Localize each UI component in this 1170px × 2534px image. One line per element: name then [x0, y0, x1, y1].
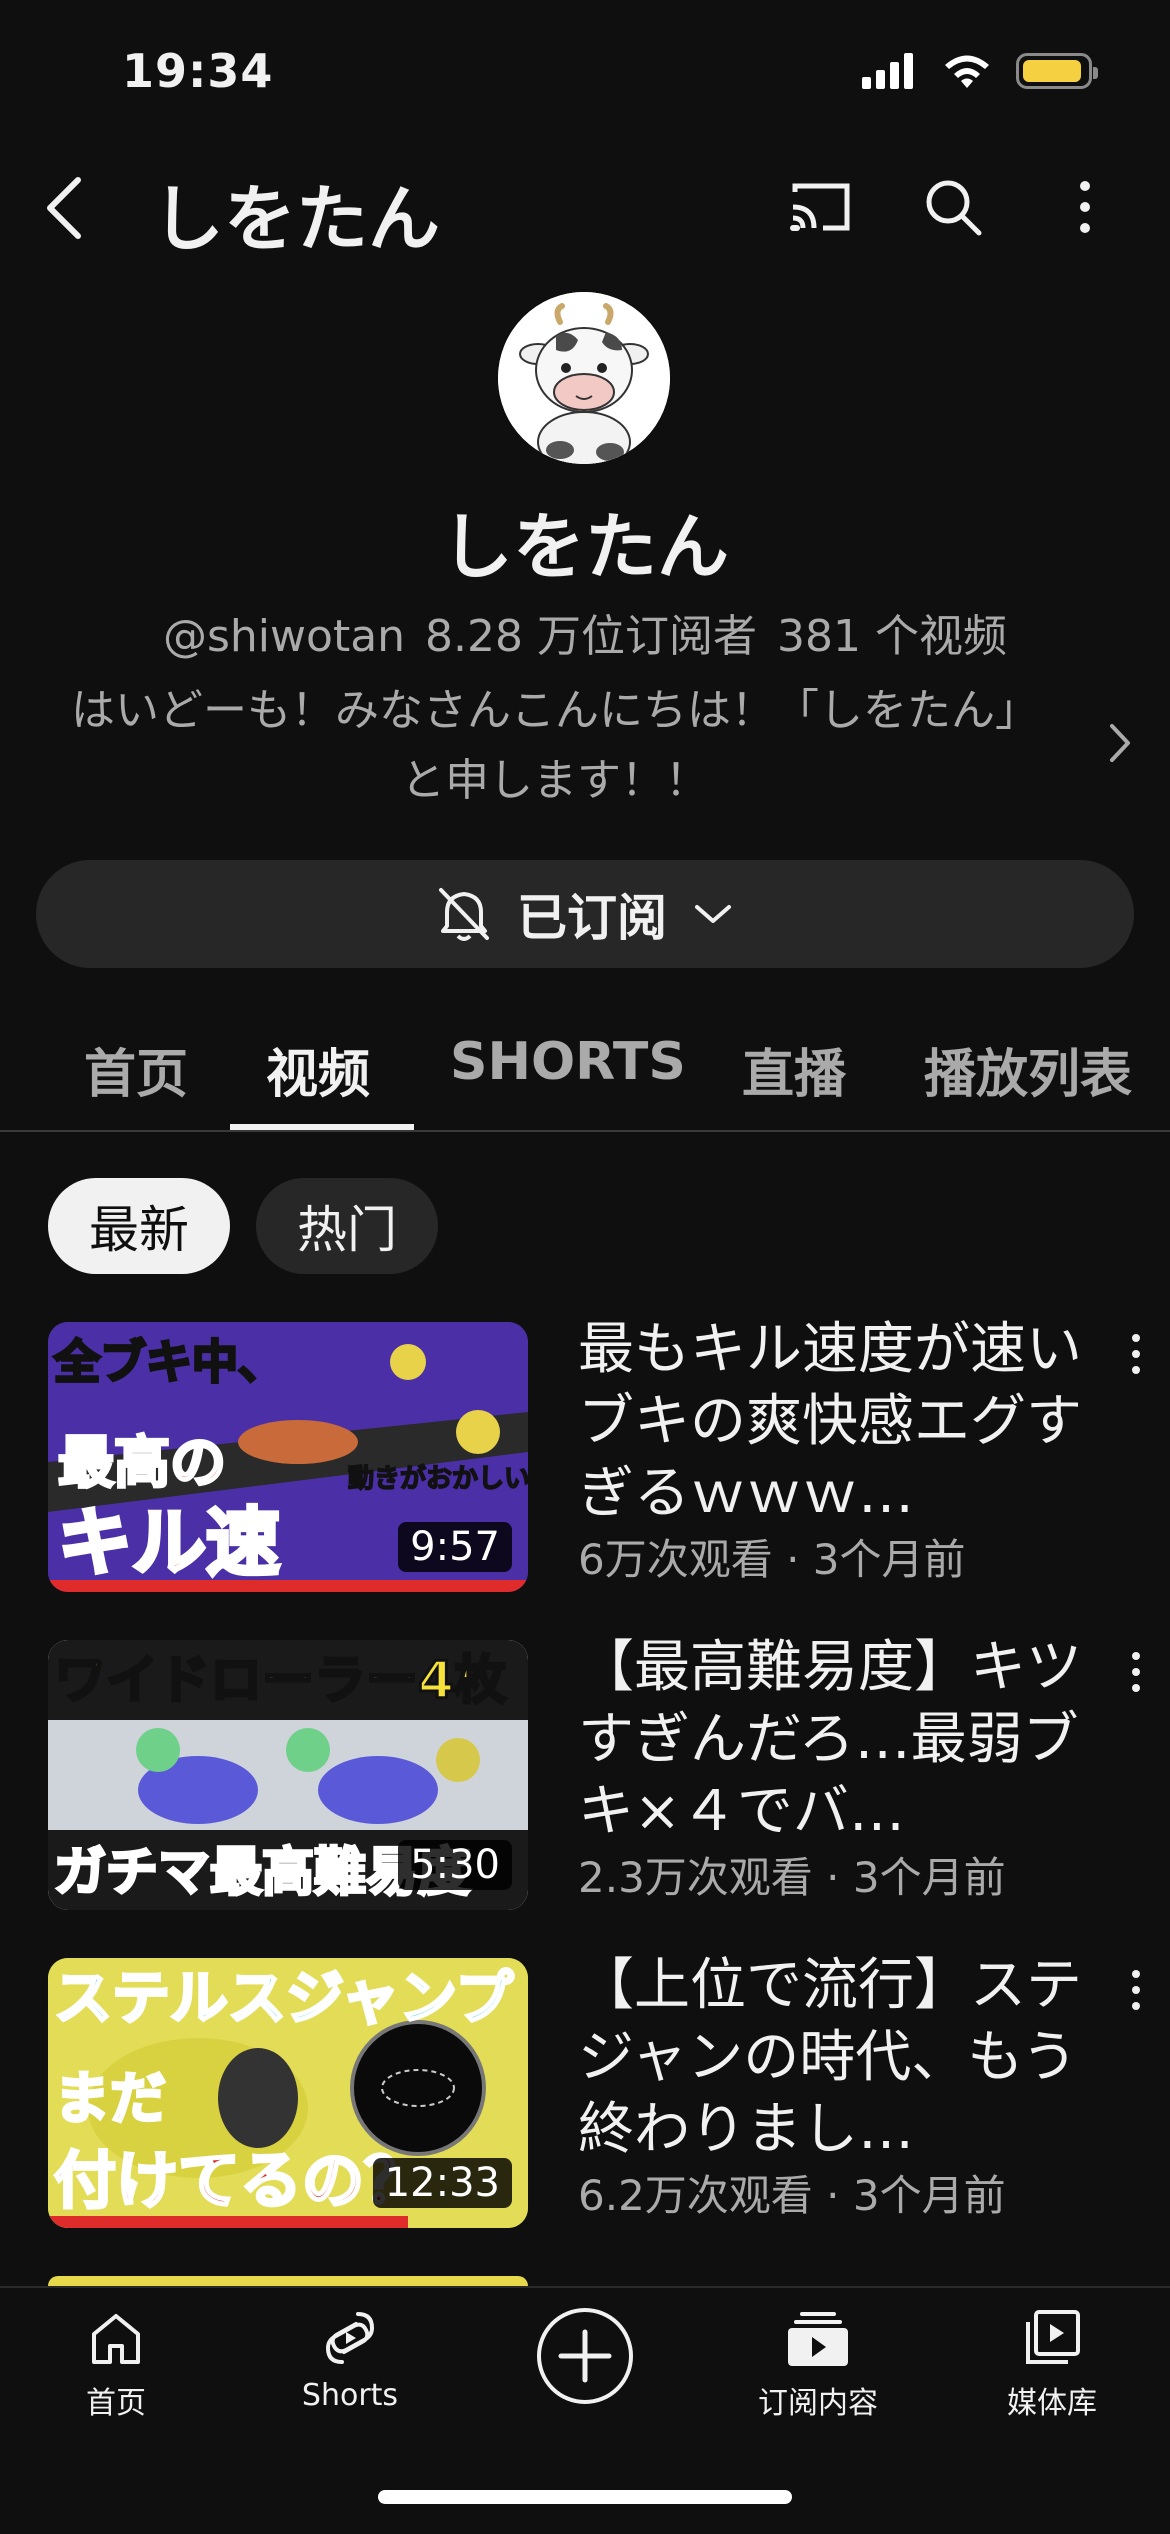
channel-name: しをたん: [440, 505, 729, 589]
cow-mascot-icon: [498, 292, 670, 464]
video-title[interactable]: 【最高難易度】キツすぎんだろ…最弱ブキ×４でバ…: [578, 1632, 1118, 1848]
video-count: 381 个视频: [777, 611, 1007, 662]
tab-shorts[interactable]: SHORTS: [450, 1032, 686, 1092]
more-vertical-icon: [1132, 1334, 1140, 1374]
nav-shorts[interactable]: Shorts: [250, 2308, 450, 2413]
home-icon: [92, 2314, 140, 2364]
search-icon: [926, 180, 982, 236]
channel-handle: @shiwotan: [163, 611, 406, 662]
thumb-text: 動きがおかしい: [348, 1463, 528, 1494]
subscriptions-icon: [788, 2312, 848, 2366]
video-meta: 6万次观看 · 3个月前: [578, 1535, 966, 1584]
more-options-button[interactable]: [1050, 172, 1120, 242]
more-vertical-icon: [1132, 1652, 1140, 1692]
nav-library[interactable]: 媒体库: [952, 2308, 1152, 2422]
video-meta: 6.2万次观看 · 3个月前: [578, 2171, 1006, 2220]
cellular-signal-icon: [862, 53, 913, 89]
video-item[interactable]: 全ブキ中、 最高の キル速 動きがおかしい 9:57 最もキル速度が速いブキの爽…: [48, 1317, 1140, 1592]
chip-latest[interactable]: 最新: [48, 1178, 230, 1274]
active-tab-indicator: [230, 1124, 414, 1130]
video-thumbnail[interactable]: ステルスジャンプ まだ 付けてるの？ 12:33: [48, 1958, 528, 2228]
thumb-text: 最高の: [58, 1431, 226, 1496]
nav-home[interactable]: 首页: [16, 2308, 216, 2422]
page-title: しをたん: [152, 177, 441, 261]
back-button[interactable]: [44, 172, 100, 244]
thumb-text: ワイドローラー4枚: [54, 1651, 506, 1711]
video-more-button[interactable]: [1116, 1642, 1156, 1702]
video-duration: 5:30: [398, 1840, 512, 1890]
nav-home-label: 首页: [86, 2386, 146, 2421]
video-title[interactable]: 【上位で流行】ステジャンの時代、もう終わりまし…: [578, 1950, 1118, 2166]
subscribed-label: 已订阅: [517, 889, 667, 947]
tab-playlists[interactable]: 播放列表: [924, 1032, 1132, 1107]
video-thumbnail[interactable]: ワイドローラー4枚 ガチマ最高難易度 5:30: [48, 1640, 528, 1910]
thumb-text: まだ: [54, 2067, 166, 2132]
video-thumbnail-partial[interactable]: [48, 2276, 528, 2286]
video-meta: 2.3万次观看 · 3个月前: [578, 1853, 1006, 1902]
thumb-text: ステルスジャンプ: [54, 1964, 513, 2032]
subscribed-button[interactable]: 已订阅: [36, 860, 1134, 968]
channel-avatar[interactable]: [498, 292, 670, 464]
cast-button[interactable]: [786, 172, 856, 242]
chevron-right-icon: [1110, 724, 1130, 762]
chevron-down-icon: [695, 905, 731, 923]
chevron-left-icon: [47, 177, 81, 239]
library-icon: [1026, 2310, 1080, 2364]
thumb-text: 付けてるの？: [54, 2144, 426, 2217]
chip-popular[interactable]: 热门: [256, 1178, 438, 1274]
shorts-icon: [325, 2312, 375, 2364]
nav-shorts-label: Shorts: [301, 2378, 399, 2413]
status-icons: [862, 52, 1098, 90]
video-thumbnail[interactable]: 全ブキ中、 最高の キル速 動きがおかしい 9:57: [48, 1322, 528, 1592]
video-item[interactable]: ステルスジャンプ まだ 付けてるの？ 12:33 【上位で流行】ステジャンの時代…: [48, 1953, 1140, 2228]
status-time: 19:34: [122, 44, 274, 98]
nav-subscriptions-label: 订阅内容: [758, 2386, 878, 2421]
nav-library-label: 媒体库: [1007, 2386, 1097, 2421]
tab-live[interactable]: 直播: [742, 1032, 846, 1107]
thumb-text: キル速: [58, 1500, 280, 1586]
channel-meta: @shiwotan 8.28 万位订阅者 381 个视频: [0, 600, 1170, 664]
video-more-button[interactable]: [1116, 1324, 1156, 1384]
video-duration: 9:57: [398, 1522, 512, 1572]
home-indicator: [378, 2490, 792, 2504]
thumb-text: 全ブキ中、: [53, 1335, 284, 1389]
video-item[interactable]: ワイドローラー4枚 ガチマ最高難易度 5:30 【最高難易度】キツすぎんだろ…最…: [48, 1635, 1140, 1910]
nav-create[interactable]: [485, 2306, 685, 2406]
cast-icon: [790, 183, 850, 231]
channel-description[interactable]: はいどーも！みなさんこんにちは！「しをたん」と申します！！: [60, 676, 1050, 816]
more-vertical-icon: [1132, 1970, 1140, 2010]
create-icon: [537, 2308, 633, 2404]
video-more-button[interactable]: [1116, 1960, 1156, 2020]
video-title[interactable]: 最もキル速度が速いブキの爽快感エグすぎるｗｗｗ…: [578, 1314, 1118, 1530]
bell-off-icon: [439, 888, 489, 941]
channel-tabs: 首页 视频 SHORTS 直播 播放列表: [0, 1020, 1170, 1132]
subscriber-count: 8.28 万位订阅者: [425, 611, 758, 662]
tab-videos[interactable]: 视频: [266, 1032, 370, 1107]
battery-icon: [1016, 53, 1098, 89]
more-vertical-icon: [1080, 181, 1090, 233]
search-button[interactable]: [918, 172, 988, 242]
tab-home[interactable]: 首页: [84, 1032, 188, 1107]
wifi-icon: [945, 55, 989, 88]
description-expand-button[interactable]: [1100, 718, 1140, 768]
video-duration: 12:33: [372, 2158, 512, 2208]
nav-subscriptions[interactable]: 订阅内容: [718, 2308, 918, 2422]
